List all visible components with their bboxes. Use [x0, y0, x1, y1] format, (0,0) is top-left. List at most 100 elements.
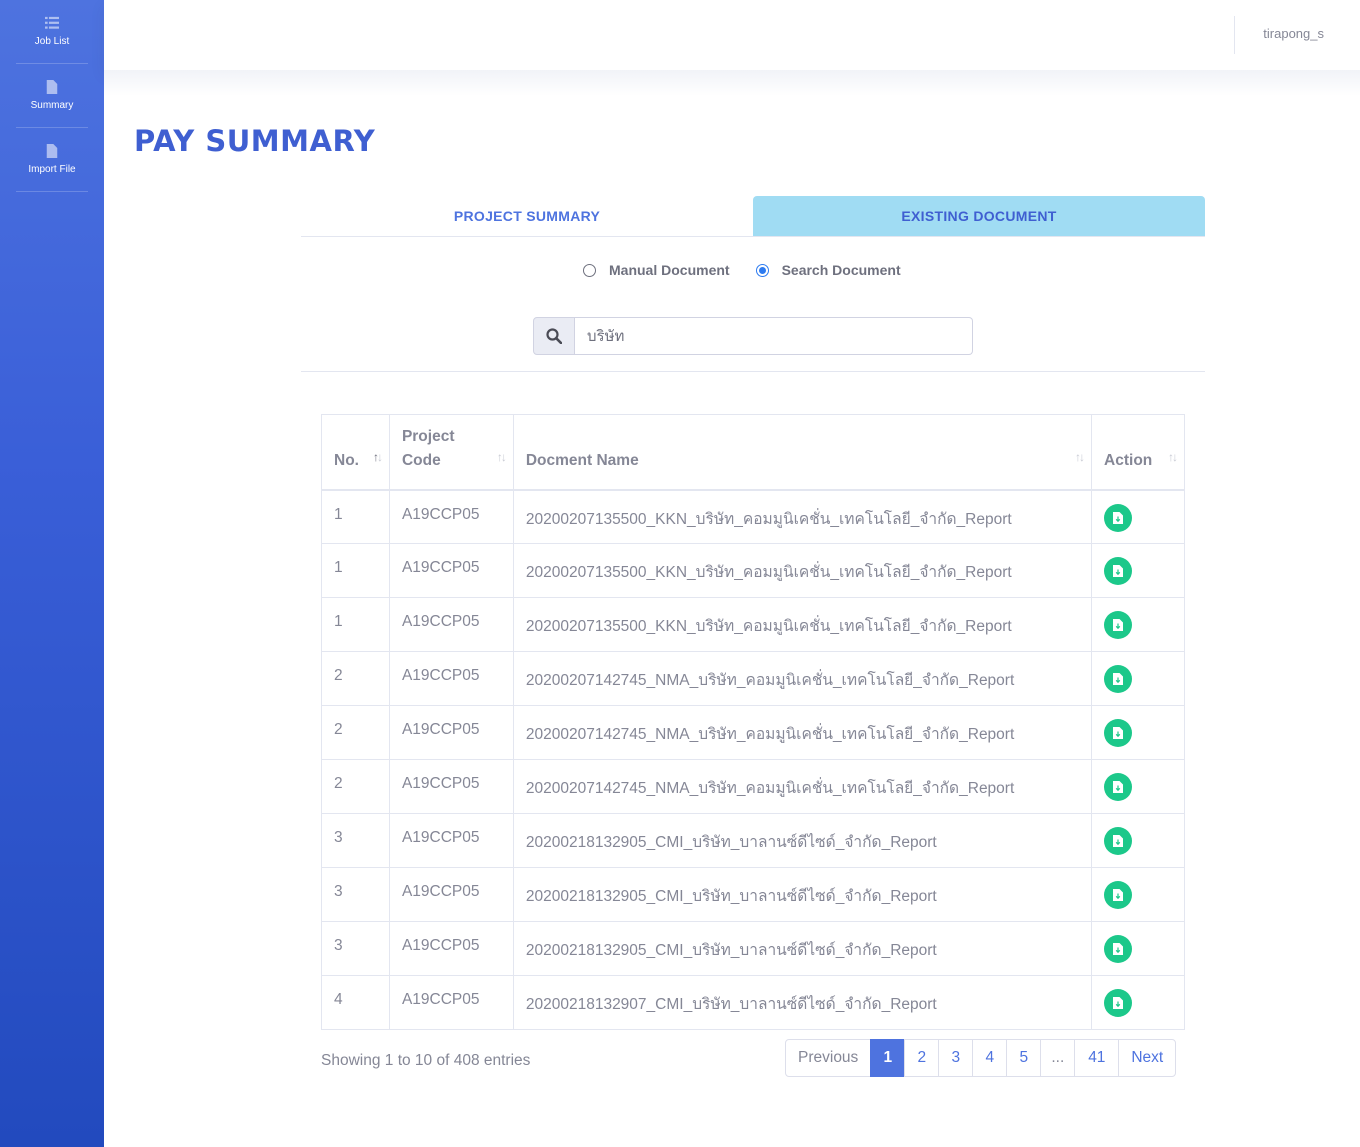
download-button[interactable]: [1104, 881, 1133, 909]
cell-project-code: A19CCP05: [388, 975, 514, 1030]
cell-document-name: 20200207135500_KKN_บริษัท_คอมมูนิเคชั่น_…: [512, 543, 1093, 598]
topbar: tirapong_s: [104, 0, 1360, 70]
table-header-row: No. ↑↓ Project Code ↑↓ Docment Name ↑↓ A…: [321, 414, 1185, 491]
cell-no: 2: [321, 705, 390, 760]
search-bar: [533, 317, 973, 355]
file-download-icon: [1113, 781, 1124, 793]
cell-no: 1: [321, 489, 390, 544]
cell-project-code: A19CCP05: [388, 759, 514, 814]
download-button[interactable]: [1104, 503, 1133, 532]
pagination-previous[interactable]: Previous: [785, 1039, 872, 1077]
cell-document-name: 20200218132905_CMI_บริษัท_บาลานซ์ดีไซด์_…: [512, 867, 1093, 922]
tab-project-summary[interactable]: PROJECT SUMMARY: [301, 196, 753, 236]
cell-action: [1091, 597, 1185, 652]
cell-no: 3: [321, 921, 390, 976]
topbar-shadow: [104, 70, 1360, 96]
table-row: 2 A19CCP05 20200207142745_NMA_บริษัท_คอมมู…: [321, 759, 1185, 814]
cell-document-name: 20200218132907_CMI_บริษัท_บาลานซ์ดีไซด์_…: [512, 975, 1093, 1030]
file-icon: [46, 80, 58, 94]
cell-document-name: 20200207135500_KKN_บริษัท_คอมมูนิเคชั่น_…: [512, 597, 1093, 652]
download-button[interactable]: [1104, 935, 1133, 963]
section-divider: [301, 371, 1205, 372]
column-header-action[interactable]: Action ↑↓: [1091, 414, 1185, 491]
pagination: Previous 1 2 3 4 5... 41 Next: [785, 1039, 1177, 1077]
search-icon: [546, 328, 562, 344]
download-button[interactable]: [1104, 827, 1133, 855]
cell-document-name: 20200218132905_CMI_บริษัท_บาลานซ์ดีไซด์_…: [512, 921, 1093, 976]
file-download-icon: [1113, 943, 1124, 955]
download-button[interactable]: [1104, 773, 1133, 801]
cell-document-name: 20200207142745_NMA_บริษัท_คอมมูนิเคชั่น_…: [512, 759, 1093, 814]
radio-button[interactable]: [755, 263, 769, 277]
table-row: 2 A19CCP05 20200207142745_NMA_บริษัท_คอมมู…: [321, 705, 1185, 760]
pagination-page-2[interactable]: 2: [904, 1039, 940, 1077]
sort-icon: ↑↓: [496, 449, 507, 464]
cell-action: [1091, 867, 1185, 922]
table-row: 1 A19CCP05 20200207135500_KKN_บริษัท_คอมมู…: [321, 489, 1185, 544]
tab-bar: PROJECT SUMMARY EXISTING DOCUMENT: [301, 196, 1205, 237]
search-button[interactable]: [533, 317, 575, 355]
table-row: 4 A19CCP05 20200218132907_CMI_บริษัท_บาลาน…: [321, 975, 1185, 1030]
table-row: 3 A19CCP05 20200218132905_CMI_บริษัท_บาลาน…: [321, 813, 1185, 868]
cell-document-name: 20200218132905_CMI_บริษัท_บาลานซ์ดีไซด์_…: [512, 813, 1093, 868]
cell-no: 2: [321, 759, 390, 814]
document-type-radio-group: Manual Document Search Document: [583, 262, 901, 278]
page-title: PAY SUMMARY: [134, 124, 376, 158]
pagination-page-1[interactable]: 1: [870, 1039, 906, 1077]
column-header-document-name[interactable]: Docment Name ↑↓: [512, 414, 1093, 491]
cell-action: [1091, 489, 1185, 544]
search-input[interactable]: [575, 317, 973, 355]
file-download-icon: [1113, 511, 1124, 524]
cell-no: 4: [321, 975, 390, 1030]
download-button[interactable]: [1104, 719, 1133, 747]
sort-icon: ↑↓: [1168, 449, 1178, 464]
table-info: Showing 1 to 10 of 408 entries: [321, 1052, 531, 1069]
tab-existing-document[interactable]: EXISTING DOCUMENT: [753, 196, 1205, 236]
topbar-divider: [1234, 16, 1235, 54]
column-header-project-code[interactable]: Project Code ↑↓: [388, 414, 514, 491]
file-download-icon: [1113, 997, 1124, 1009]
cell-action: [1091, 543, 1185, 598]
list-icon: [45, 16, 59, 29]
download-button[interactable]: [1104, 989, 1133, 1017]
radio-search-document[interactable]: Search Document: [755, 262, 901, 278]
cell-no: 3: [321, 813, 390, 868]
cell-document-name: 20200207135500_KKN_บริษัท_คอมมูนิเคชั่น_…: [512, 489, 1093, 544]
sidebar-item-label: Summary: [30, 100, 74, 111]
pagination-page-5[interactable]: 5: [1006, 1039, 1042, 1077]
cell-no: 1: [321, 597, 390, 652]
file-download-icon: [1113, 889, 1124, 901]
download-button[interactable]: [1104, 665, 1133, 693]
cell-document-name: 20200207142745_NMA_บริษัท_คอมมูนิเคชั่น_…: [512, 651, 1093, 706]
radio-manual-document[interactable]: Manual Document: [583, 262, 730, 278]
sidebar-item-job-list[interactable]: Job List: [16, 0, 88, 64]
file-download-icon: [1113, 619, 1124, 631]
pagination-ellipsis: ...: [1040, 1039, 1076, 1077]
file-download-icon: [1113, 673, 1124, 685]
file-download-icon: [1113, 835, 1124, 847]
cell-project-code: A19CCP05: [388, 597, 514, 652]
cell-action: [1091, 921, 1185, 976]
file-icon: [46, 144, 58, 158]
pagination-page-4[interactable]: 4: [972, 1039, 1008, 1077]
cell-project-code: A19CCP05: [388, 543, 514, 598]
table-row: 3 A19CCP05 20200218132905_CMI_บริษัท_บาลาน…: [321, 921, 1185, 976]
sidebar-item-import-file[interactable]: Import File: [16, 128, 88, 192]
cell-project-code: A19CCP05: [388, 651, 514, 706]
table-row: 1 A19CCP05 20200207135500_KKN_บริษัท_คอมมู…: [321, 597, 1185, 652]
user-menu[interactable]: tirapong_s: [1263, 26, 1324, 41]
radio-button[interactable]: [583, 263, 596, 277]
pagination-page-3[interactable]: 3: [938, 1039, 974, 1077]
pagination-page-41[interactable]: 41: [1074, 1039, 1120, 1077]
download-button[interactable]: [1104, 557, 1133, 585]
table-row: 1 A19CCP05 20200207135500_KKN_บริษัท_คอมมู…: [321, 543, 1185, 598]
cell-action: [1091, 759, 1185, 814]
sidebar-item-summary[interactable]: Summary: [16, 64, 88, 128]
table-row: 2 A19CCP05 20200207142745_NMA_บริษัท_คอมมู…: [321, 651, 1185, 706]
cell-action: [1091, 975, 1185, 1030]
download-button[interactable]: [1104, 611, 1133, 639]
cell-no: 3: [321, 867, 390, 922]
column-header-no[interactable]: No. ↑↓: [321, 414, 390, 491]
pagination-next[interactable]: Next: [1118, 1039, 1177, 1077]
cell-project-code: A19CCP05: [388, 705, 514, 760]
